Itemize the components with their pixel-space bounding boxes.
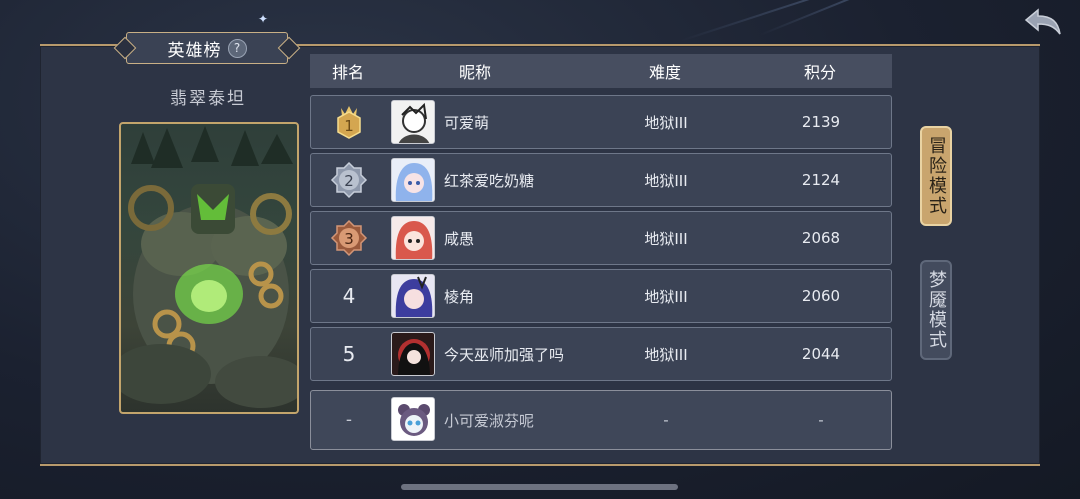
rank-badge-gold: 1 — [311, 96, 387, 148]
self-rank-row[interactable]: - 小可爱淑芬呢 - - — [310, 390, 892, 450]
avatar[interactable] — [391, 100, 435, 144]
score-value: 2124 — [801, 171, 841, 189]
rank-badge-silver: 2 — [311, 154, 387, 206]
player-nickname: 可爱萌 — [444, 113, 490, 132]
score-value: 2060 — [801, 287, 841, 305]
rank-badge-bronze: 3 — [311, 212, 387, 264]
rank-number: - — [345, 410, 353, 430]
title-plate: 英雄榜 ? — [126, 32, 288, 64]
player-nickname: 棱角 — [444, 287, 475, 306]
difficulty-value: 地狱III — [644, 287, 688, 306]
table-row[interactable]: 5 今天巫师加强了吗 地狱III 2044 — [310, 327, 892, 381]
background-streak — [679, 0, 928, 42]
back-button[interactable] — [1022, 6, 1064, 38]
sparkle-icon: ✦ — [258, 12, 269, 26]
rank-number: 2 — [344, 172, 354, 190]
hero-name: 翡翠泰坦 — [170, 89, 246, 109]
page-title: 英雄榜 — [167, 40, 222, 61]
score-value: - — [818, 411, 824, 429]
table-row[interactable]: 1 可爱萌 地狱III 2139 — [310, 95, 892, 149]
titan-head — [191, 184, 235, 234]
player-nickname: 小可爱淑芬呢 — [444, 411, 535, 430]
column-difficulty: 难度 — [648, 63, 681, 82]
rank-number: 1 — [344, 117, 354, 135]
tab-nightmare-mode[interactable]: 梦魇模式 — [920, 260, 952, 360]
silver-badge-icon: 2 — [330, 161, 368, 199]
difficulty-value: 地狱III — [644, 345, 688, 364]
bronze-badge-icon: 3 — [330, 219, 368, 257]
score-value: 2139 — [801, 113, 841, 131]
table-row[interactable]: 3 咸愚 地狱III 2068 — [310, 211, 892, 265]
tab-adventure-mode[interactable]: 冒险模式 — [920, 126, 952, 226]
rank-number: 3 — [344, 230, 354, 248]
difficulty-value: 地狱III — [644, 113, 688, 132]
avatar[interactable] — [391, 332, 435, 376]
help-icon[interactable]: ? — [227, 38, 247, 58]
player-nickname: 红茶爱吃奶糖 — [444, 171, 535, 190]
column-rank: 排名 — [331, 63, 364, 82]
score-value: 2044 — [801, 345, 841, 363]
difficulty-value: - — [663, 411, 669, 429]
score-value: 2068 — [801, 229, 841, 247]
table-row[interactable]: 2 红茶爱吃奶糖 地狱III 2124 — [310, 153, 892, 207]
rank-number: 5 — [342, 342, 356, 366]
column-nickname: 昵称 — [458, 63, 491, 82]
avatar[interactable] — [391, 274, 435, 318]
difficulty-value: 地狱III — [644, 229, 688, 248]
rank-number: 4 — [342, 284, 356, 308]
player-nickname: 今天巫师加强了吗 — [444, 345, 565, 364]
column-score: 积分 — [803, 63, 836, 82]
hero-portrait[interactable] — [119, 122, 299, 414]
table-row[interactable]: 4 棱角 地狱III 2060 — [310, 269, 892, 323]
difficulty-value: 地狱III — [644, 171, 688, 190]
back-arrow-icon — [1024, 8, 1061, 35]
avatar[interactable] — [391, 216, 435, 260]
forest-icon — [131, 126, 293, 168]
crown-badge-icon: 1 — [337, 106, 361, 139]
avatar[interactable] — [391, 158, 435, 202]
player-nickname: 咸愚 — [444, 229, 475, 248]
home-indicator[interactable] — [401, 484, 678, 490]
avatar[interactable] — [391, 397, 435, 441]
table-header: 排名 昵称 难度 积分 — [310, 54, 892, 88]
